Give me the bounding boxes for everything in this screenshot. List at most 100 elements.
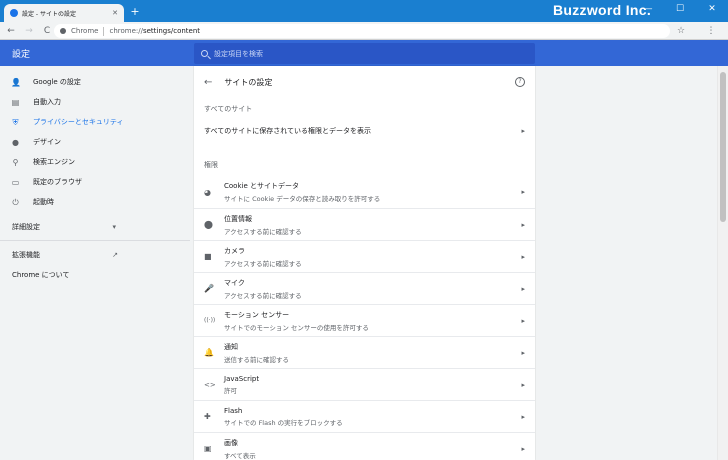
puzzle-icon: ✚: [204, 412, 211, 421]
chevron-right-icon: ▸: [521, 252, 525, 261]
shield-icon: ⛨: [12, 117, 19, 127]
sidebar-item-privacy[interactable]: ⛨ プライバシーとセキュリティ: [0, 112, 190, 132]
settings-header: 設定: [0, 40, 728, 66]
help-icon[interactable]: ?: [515, 77, 525, 87]
advanced-label: 詳細設定: [12, 223, 40, 231]
power-icon: ⏻: [12, 197, 19, 207]
sidebar-item-about[interactable]: Chrome について: [12, 270, 69, 280]
permission-title: カメラ: [224, 246, 245, 255]
permission-row-images[interactable]: ▣ 画像 すべて表示 ▸: [194, 432, 535, 460]
permission-desc: サイトに Cookie データの保存と読み取りを許可する: [224, 195, 381, 203]
permission-desc: 送信する前に確認する: [224, 355, 289, 364]
chevron-right-icon: ▸: [521, 348, 525, 357]
camera-icon: ■: [204, 252, 212, 261]
site-settings-card: ← サイトの設定 ? すべてのサイト すべてのサイトに保存されている権限とデータ…: [194, 66, 535, 460]
site-info-icon[interactable]: [60, 28, 66, 34]
all-sites-row[interactable]: すべてのサイトに保存されている権限とデータを表示 ▸: [194, 121, 535, 141]
url-path: settings/content: [142, 27, 201, 35]
omnibox-divider: [103, 26, 105, 36]
browser-menu-icon[interactable]: ⋮: [704, 24, 718, 38]
reload-button[interactable]: C: [40, 24, 54, 38]
permission-desc: サイトでのモーション センサーの使用を許可する: [224, 323, 369, 332]
about-label: Chrome について: [12, 271, 70, 279]
scrollbar-thumb[interactable]: [720, 72, 726, 222]
chevron-right-icon: ▸: [521, 380, 525, 389]
permission-desc: アクセスする前に確認する: [224, 227, 302, 236]
chevron-down-icon: ▾: [112, 223, 116, 231]
url-host: chrome://: [109, 27, 143, 35]
permission-title: マイク: [224, 278, 245, 287]
permission-row-camera[interactable]: ■ カメラ アクセスする前に確認する ▸: [194, 240, 535, 272]
minimize-button[interactable]: —: [632, 2, 664, 16]
permission-title: 位置情報: [224, 214, 252, 223]
person-icon: 👤: [11, 77, 21, 87]
maximize-button[interactable]: ☐: [664, 2, 696, 16]
permission-title: Flash: [224, 406, 243, 415]
search-input[interactable]: [214, 49, 514, 58]
settings-favicon-icon: [10, 9, 18, 17]
palette-icon: ●: [12, 137, 19, 147]
all-sites-label: すべてのサイトに保存されている権限とデータを表示: [204, 127, 372, 135]
permission-row-flash[interactable]: ✚ Flash サイトでの Flash の実行をブロックする ▸: [194, 400, 535, 432]
mic-icon: 🎤: [204, 284, 214, 293]
new-tab-button[interactable]: +: [128, 5, 142, 19]
code-icon: <>: [204, 380, 216, 389]
permission-row-location[interactable]: ⬤ 位置情報 アクセスする前に確認する ▸: [194, 208, 535, 240]
tab-title: 設定 - サイトの設定: [22, 10, 76, 18]
bell-icon: 🔔: [204, 348, 214, 357]
sidebar-item-label: Google の設定: [33, 78, 81, 86]
permission-row-microphone[interactable]: 🎤 マイクアクセスする前に確認する ▸: [194, 272, 535, 304]
browser-icon: ▭: [11, 177, 20, 187]
extensions-label: 拡張機能: [12, 251, 40, 259]
permission-desc: サイトでの Flash の実行をブロックする: [224, 418, 343, 427]
permissions-heading: 権限: [204, 161, 218, 169]
subpage-title: サイトの設定: [224, 77, 273, 87]
search-icon: [201, 50, 208, 57]
address-bar[interactable]: Chrome chrome://settings/content: [54, 24, 670, 38]
back-arrow-icon[interactable]: ←: [204, 77, 212, 88]
permission-row-notifications[interactable]: 🔔 通知 送信する前に確認する ▸: [194, 336, 535, 368]
sidebar-item-google[interactable]: 👤 Google の設定: [0, 72, 190, 92]
sidebar-item-appearance[interactable]: ● デザイン: [0, 132, 190, 152]
permission-desc: すべて表示: [224, 451, 256, 460]
bookmark-star-icon[interactable]: ☆: [674, 24, 688, 38]
location-icon: ⬤: [204, 220, 213, 229]
sidebar-item-on-startup[interactable]: ⏻ 起動時: [0, 192, 190, 212]
sidebar-item-autofill[interactable]: ▤ 自動入力: [0, 92, 190, 112]
subpage-header: ← サイトの設定 ?: [194, 66, 535, 98]
chevron-right-icon: ▸: [521, 188, 525, 196]
sidebar-item-label: 検索エンジン: [33, 158, 75, 166]
clipboard-icon: ▤: [11, 97, 20, 107]
sidebar-item-label: デザイン: [33, 138, 61, 146]
browser-tab[interactable]: 設定 - サイトの設定 ✕: [4, 4, 124, 22]
window-titlebar: 設定 - サイトの設定 ✕ + Buzzword Inc. — ☐ ✕: [0, 0, 728, 22]
sidebar-item-label: 既定のブラウザ: [33, 178, 82, 186]
back-button[interactable]: ←: [4, 24, 18, 38]
sidebar-advanced-toggle[interactable]: 詳細設定 ▾: [12, 222, 116, 232]
cookie-icon: ◕: [204, 187, 211, 197]
profile-button[interactable]: [688, 24, 702, 38]
permission-desc: アクセスする前に確認する: [224, 291, 302, 300]
sidebar-item-search-engine[interactable]: ⚲ 検索エンジン: [0, 152, 190, 172]
window-controls: — ☐ ✕: [632, 2, 728, 16]
sidebar-divider: [0, 240, 190, 241]
omnibox-url[interactable]: chrome://settings/content: [109, 27, 200, 35]
permission-row-cookies[interactable]: ◕ Cookie とサイトデータ サイトに Cookie データの保存と読み取りを…: [194, 176, 535, 208]
search-icon: ⚲: [12, 157, 19, 167]
permission-row-motion-sensors[interactable]: ((·)) モーション センサー サイトでのモーション センサーの使用を許可する …: [194, 304, 535, 336]
page-scrollbar[interactable]: [717, 66, 728, 460]
chevron-right-icon: ▸: [521, 284, 525, 293]
sidebar-item-default-browser[interactable]: ▭ 既定のブラウザ: [0, 172, 190, 192]
sidebar-item-extensions[interactable]: 拡張機能 ↗: [12, 250, 118, 260]
tab-close-icon[interactable]: ✕: [112, 9, 118, 17]
settings-search-box[interactable]: [194, 43, 535, 64]
forward-button[interactable]: →: [22, 24, 36, 38]
chevron-right-icon: ▸: [521, 444, 525, 453]
permission-row-javascript[interactable]: <> JavaScript 許可 ▸: [194, 368, 535, 400]
sidebar-item-label: 起動時: [33, 198, 54, 206]
sidebar-item-label: プライバシーとセキュリティ: [33, 118, 124, 126]
chevron-right-icon: ▸: [521, 412, 525, 421]
close-window-button[interactable]: ✕: [696, 2, 728, 16]
settings-sidebar: 👤 Google の設定 ▤ 自動入力 ⛨ プライバシーとセキュリティ ● デザ…: [0, 66, 190, 460]
sidebar-item-label: 自動入力: [33, 98, 61, 106]
